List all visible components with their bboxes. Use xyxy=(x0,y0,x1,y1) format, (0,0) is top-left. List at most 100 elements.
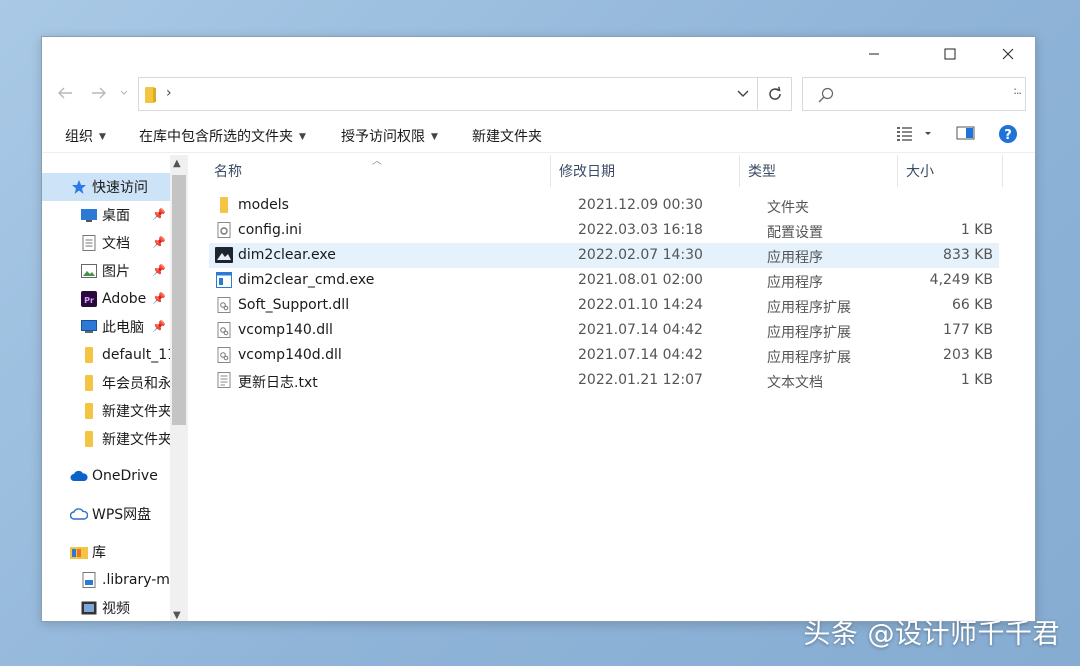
sidebar-item-this-pc[interactable]: 此电脑 📌 xyxy=(42,313,170,341)
file-list: ︿ 名称 修改日期 类型 大小 models 2021.12.09 00:30 … xyxy=(189,155,1035,621)
sidebar-item-library-file[interactable]: .library-m xyxy=(42,566,170,594)
file-size: 66 KB xyxy=(951,297,993,313)
column-header-date[interactable]: 修改日期 xyxy=(551,155,740,187)
sidebar-item-label: 年会员和永 xyxy=(102,376,170,392)
sidebar-item-label: 快速访问 xyxy=(92,180,148,196)
maximize-icon xyxy=(944,48,956,60)
sidebar-item-label: 图片 xyxy=(102,264,130,280)
file-row[interactable]: vcomp140d.dll 2021.07.14 04:42 应用程序扩展 20… xyxy=(209,343,999,368)
refresh-button[interactable] xyxy=(758,77,792,111)
file-date: 2022.03.03 16:18 xyxy=(578,222,703,238)
exe-icon xyxy=(215,271,233,289)
help-button[interactable]: ? xyxy=(998,124,1018,148)
sidebar-item-wps-drive[interactable]: WPS网盘 xyxy=(42,500,170,528)
sidebar-item-documents[interactable]: 文档 📌 xyxy=(42,229,170,257)
refresh-icon xyxy=(768,86,781,100)
column-header-label: 类型 xyxy=(748,164,776,180)
column-header-label: 名称 xyxy=(214,164,242,180)
sidebar-item-label: 桌面 xyxy=(102,208,130,224)
column-header-label: 大小 xyxy=(906,164,934,180)
address-bar[interactable]: › xyxy=(138,77,758,111)
file-row[interactable]: models 2021.12.09 00:30 文件夹 xyxy=(209,193,999,218)
file-row[interactable]: vcomp140.dll 2021.07.14 04:42 应用程序扩展 177… xyxy=(209,318,999,343)
file-type: 配置设置 xyxy=(767,225,823,241)
file-type: 应用程序 xyxy=(767,250,823,266)
address-history-button[interactable] xyxy=(737,87,749,103)
folder-icon xyxy=(80,374,98,392)
change-view-button[interactable] xyxy=(896,125,936,147)
new-folder-button[interactable]: 新建文件夹 xyxy=(472,126,542,146)
navigation-row: › :.. xyxy=(42,73,1035,113)
column-header-type[interactable]: 类型 xyxy=(740,155,898,187)
search-box[interactable]: :.. xyxy=(802,77,1026,111)
share-with-menu[interactable]: 授予访问权限 ▼ xyxy=(341,126,438,146)
minimize-icon xyxy=(869,53,879,55)
file-row-selected[interactable]: dim2clear.exe 2022.02.07 14:30 应用程序 833 … xyxy=(209,243,999,268)
pin-icon: 📌 xyxy=(152,208,166,221)
sidebar-item-label: OneDrive xyxy=(92,468,158,484)
dll-icon xyxy=(215,346,233,364)
organize-menu[interactable]: 组织 ▼ xyxy=(65,126,106,146)
preview-pane-icon xyxy=(956,126,975,140)
search-more-indicator: :.. xyxy=(1013,84,1022,97)
caret-down-icon: ▼ xyxy=(299,132,306,142)
file-type: 应用程序扩展 xyxy=(767,350,851,366)
column-header-size[interactable]: 大小 xyxy=(898,155,1003,187)
sidebar-item-label: 文档 xyxy=(102,236,130,252)
file-date: 2022.01.10 14:24 xyxy=(578,297,703,313)
cloud-outline-icon xyxy=(70,505,88,523)
pin-icon: 📌 xyxy=(152,320,166,333)
sidebar-item-desktop[interactable]: 桌面 📌 xyxy=(42,201,170,229)
sidebar-item-onedrive[interactable]: OneDrive xyxy=(42,462,170,490)
image-app-icon xyxy=(215,246,233,264)
file-row[interactable]: Soft_Support.dll 2022.01.10 14:24 应用程序扩展… xyxy=(209,293,999,318)
file-explorer-window: › :.. 组织 ▼ 在库中包含所选的文件夹 ▼ 授予访问权限 ▼ 新建文件夹 xyxy=(41,36,1036,622)
organize-label: 组织 xyxy=(65,129,93,145)
sidebar-item-folder[interactable]: 新建文件夹 xyxy=(42,425,170,453)
chevron-down-icon xyxy=(737,90,749,97)
file-row[interactable]: config.ini 2022.03.03 16:18 配置设置 1 KB xyxy=(209,218,999,243)
scrollbar-thumb[interactable] xyxy=(172,175,186,425)
folder-icon xyxy=(80,346,98,364)
sidebar-item-videos[interactable]: 视频 xyxy=(42,594,170,621)
file-type: 应用程序 xyxy=(767,275,823,291)
file-row[interactable]: dim2clear_cmd.exe 2021.08.01 02:00 应用程序 … xyxy=(209,268,999,293)
sidebar-item-folder[interactable]: 年会员和永 xyxy=(42,369,170,397)
include-in-library-label: 在库中包含所选的文件夹 xyxy=(139,129,293,145)
file-type: 应用程序扩展 xyxy=(767,300,851,316)
file-date: 2021.08.01 02:00 xyxy=(578,272,703,288)
sidebar-item-label: default_11 xyxy=(102,347,170,363)
file-size: 833 KB xyxy=(943,247,993,263)
sidebar-item-label: .library-m xyxy=(102,572,170,588)
library-icon xyxy=(70,543,88,561)
sidebar-item-quick-access[interactable]: 快速访问 xyxy=(42,173,170,201)
desktop-icon xyxy=(80,206,98,224)
file-date: 2022.02.07 14:30 xyxy=(578,247,703,263)
sidebar-item-label: Adobe xyxy=(102,291,147,307)
sidebar-item-label: 视频 xyxy=(102,601,130,617)
sidebar-item-folder[interactable]: 新建文件夹 xyxy=(42,397,170,425)
close-button[interactable] xyxy=(985,37,1031,71)
file-name: Soft_Support.dll xyxy=(238,297,350,313)
include-in-library-menu[interactable]: 在库中包含所选的文件夹 ▼ xyxy=(139,126,306,146)
breadcrumb-separator[interactable]: › xyxy=(166,85,172,101)
preview-pane-button[interactable] xyxy=(956,125,976,145)
file-row[interactable]: 更新日志.txt 2022.01.21 12:07 文本文档 1 KB xyxy=(209,368,999,393)
file-date: 2021.07.14 04:42 xyxy=(578,322,703,338)
maximize-button[interactable] xyxy=(927,37,973,71)
recent-locations-button[interactable] xyxy=(117,82,131,104)
dll-icon xyxy=(215,321,233,339)
sidebar-scrollbar[interactable]: ▲ ▼ xyxy=(170,155,188,621)
scroll-down-icon[interactable]: ▼ xyxy=(173,610,181,621)
sidebar-item-folder[interactable]: default_11 xyxy=(42,341,170,369)
minimize-button[interactable] xyxy=(851,37,897,71)
pin-icon: 📌 xyxy=(152,292,166,305)
back-button[interactable] xyxy=(53,82,77,104)
forward-button[interactable] xyxy=(87,82,111,104)
sidebar-item-library[interactable]: 库 xyxy=(42,538,170,566)
scroll-up-icon[interactable]: ▲ xyxy=(173,158,181,169)
column-header-name[interactable]: 名称 xyxy=(206,155,551,187)
sidebar-item-pictures[interactable]: 图片 📌 xyxy=(42,257,170,285)
details-view-icon xyxy=(897,127,931,141)
sidebar-item-adobe[interactable]: Pr Adobe 📌 xyxy=(42,285,170,313)
